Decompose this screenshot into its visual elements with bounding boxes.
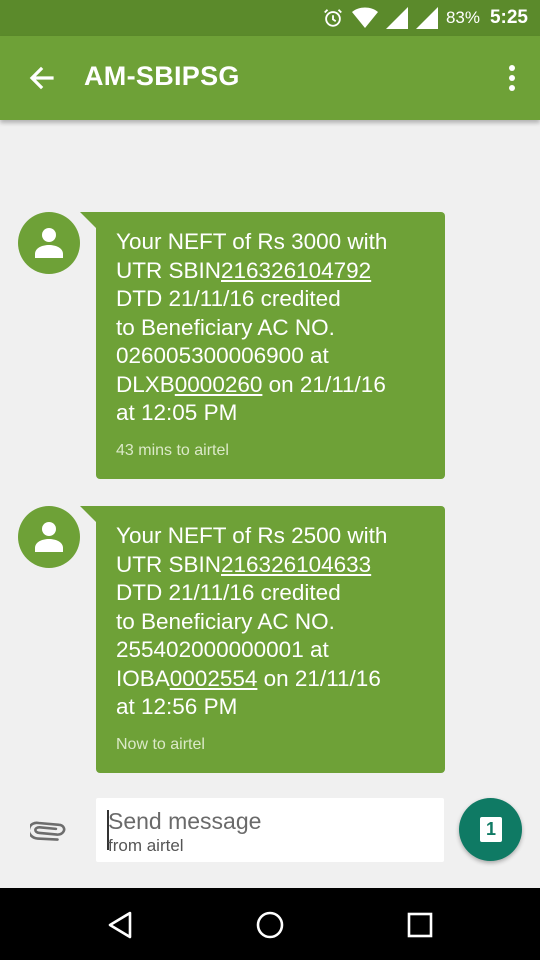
message-line: IOBA0002554 on 21/11/16 xyxy=(116,665,425,694)
clock-time: 5:25 xyxy=(489,7,528,28)
back-nav-icon[interactable] xyxy=(103,908,137,942)
message-line: UTR SBIN216326104792 xyxy=(116,257,425,286)
avatar[interactable] xyxy=(18,212,80,274)
message-line: 026005300006900 at xyxy=(116,343,329,368)
ifsc-link[interactable]: 0002554 xyxy=(170,666,258,691)
status-bar: 83% 5:25 xyxy=(0,0,540,36)
signal-icon xyxy=(385,7,408,29)
message-line: 255402000000001 at xyxy=(116,637,329,662)
message-text: Your NEFT of Rs 3000 with UTR SBIN216326… xyxy=(116,228,425,428)
message-line: DTD 21/11/16 credited xyxy=(116,580,341,605)
send-button[interactable]: 1 xyxy=(459,798,522,861)
date-suffix: on 21/11/16 xyxy=(262,371,386,397)
utr-link[interactable]: 216326104633 xyxy=(221,552,371,577)
ifsc-link[interactable]: 0000260 xyxy=(175,372,263,397)
message-line: at 12:56 PM xyxy=(116,694,238,719)
message-line: Your NEFT of Rs 3000 with xyxy=(116,229,388,254)
person-icon xyxy=(35,228,63,258)
message-timestamp: 43 mins to airtel xyxy=(116,441,229,459)
utr-prefix: UTR SBIN xyxy=(116,257,222,283)
sim-label: from airtel xyxy=(108,836,184,855)
system-nav-bar xyxy=(0,888,540,960)
wifi-icon xyxy=(351,7,378,29)
back-arrow-icon[interactable] xyxy=(26,62,58,94)
message-timestamp: Now to airtel xyxy=(116,735,205,753)
status-icons: 83% 5:25 xyxy=(322,0,528,36)
message-bubble[interactable]: Your NEFT of Rs 2500 with UTR SBIN216326… xyxy=(80,506,445,773)
bubble-tail xyxy=(80,212,96,228)
paperclip-icon[interactable] xyxy=(27,814,66,850)
message-text: Your NEFT of Rs 2500 with UTR SBIN216326… xyxy=(116,522,425,722)
message-input[interactable]: Send message from airtel xyxy=(96,798,444,862)
alarm-icon xyxy=(322,7,344,29)
message-line: DLXB0000260 on 21/11/16 xyxy=(116,371,425,400)
avatar[interactable] xyxy=(18,506,80,568)
recents-nav-icon[interactable] xyxy=(403,908,437,942)
message-line: at 12:05 PM xyxy=(116,400,238,425)
utr-link[interactable]: 216326104792 xyxy=(221,258,371,283)
date-suffix: on 21/11/16 xyxy=(257,665,381,691)
message-composer: Send message from airtel 1 xyxy=(0,790,540,888)
battery-percent: 83% xyxy=(445,8,480,27)
message-bubble[interactable]: Your NEFT of Rs 3000 with UTR SBIN216326… xyxy=(80,212,445,479)
utr-prefix: UTR SBIN xyxy=(116,551,222,577)
send-sim-icon: 1 xyxy=(480,817,502,842)
home-nav-icon[interactable] xyxy=(253,908,287,942)
app-bar: AM-SBIPSG xyxy=(0,36,540,120)
message-line: to Beneficiary AC NO. xyxy=(116,314,335,340)
signal-icon xyxy=(415,7,438,29)
message-line: UTR SBIN216326104633 xyxy=(116,551,425,580)
message-line: DTD 21/11/16 credited xyxy=(116,286,341,311)
message-input-placeholder: Send message xyxy=(108,808,262,834)
ifsc-prefix: DLXB xyxy=(116,371,175,397)
more-vert-icon[interactable] xyxy=(504,62,520,94)
conversation-title: AM-SBIPSG xyxy=(84,61,240,91)
message-line: to Beneficiary AC NO. xyxy=(116,608,335,634)
ifsc-prefix: IOBA xyxy=(116,665,170,691)
bubble-tail xyxy=(80,506,96,522)
person-icon xyxy=(35,522,63,552)
message-line: Your NEFT of Rs 2500 with xyxy=(116,523,388,548)
